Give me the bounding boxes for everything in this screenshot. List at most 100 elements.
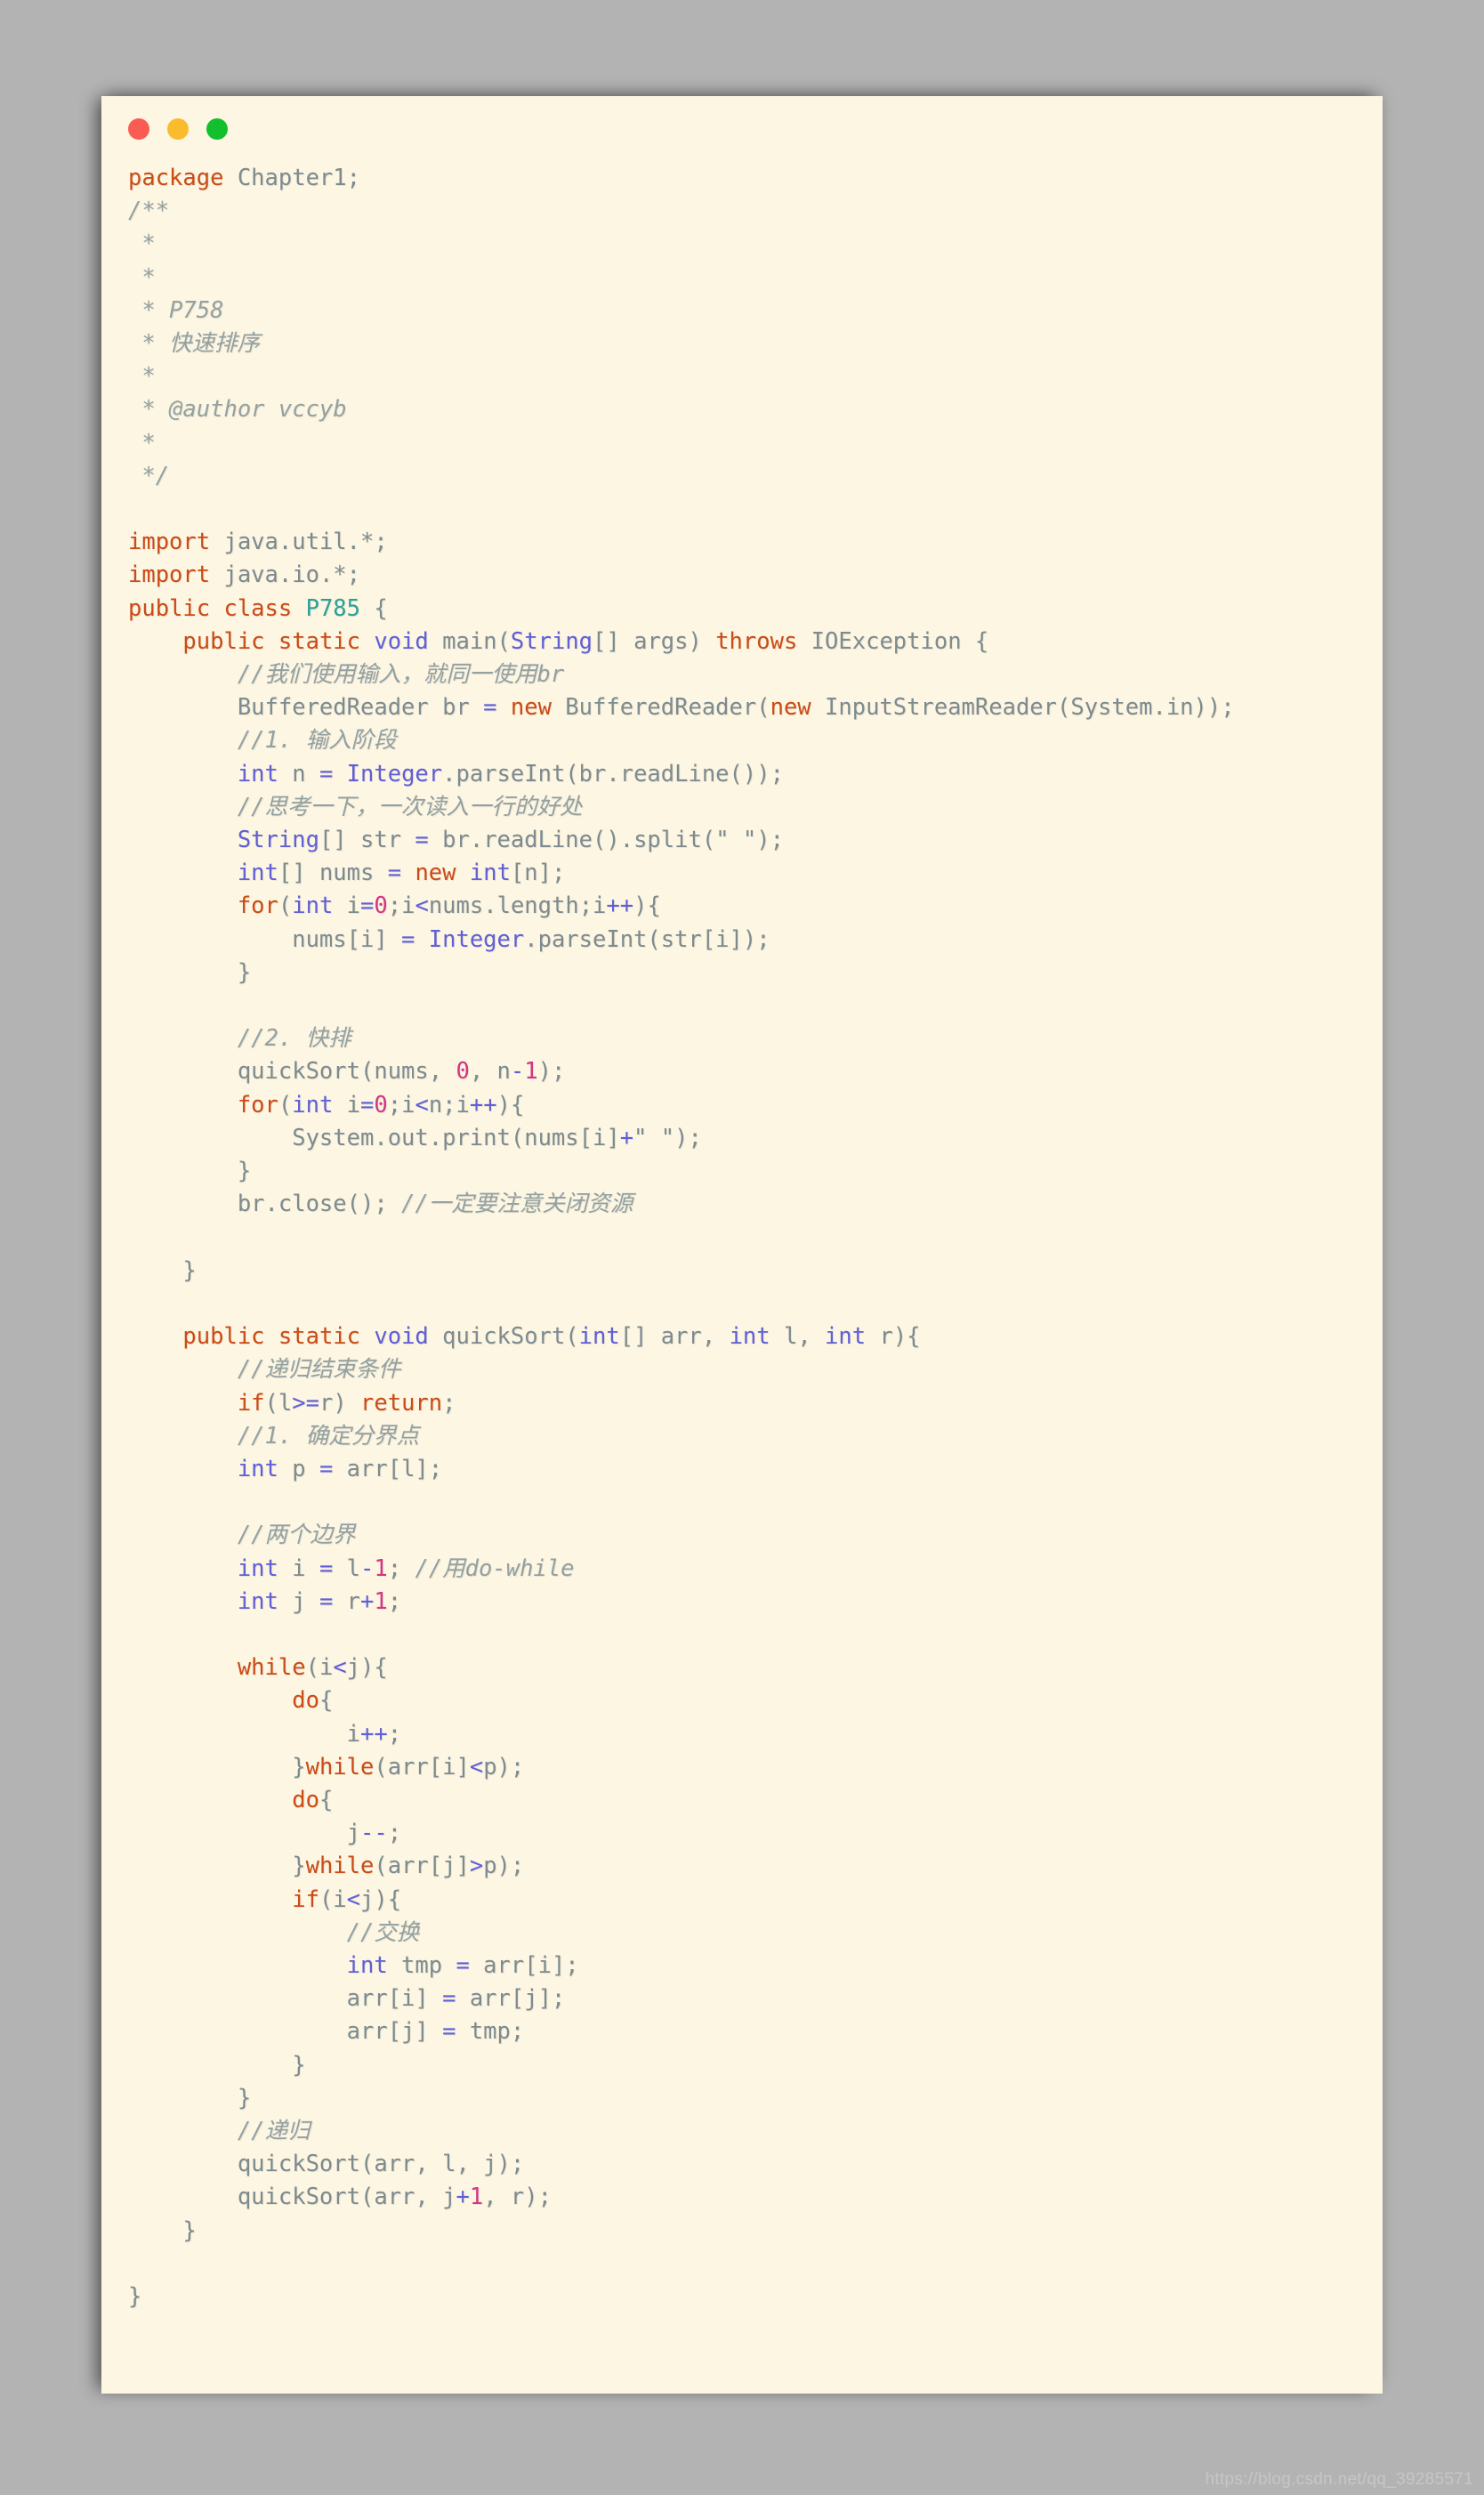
code-token: + [456, 2184, 470, 2211]
minimize-button[interactable] [167, 118, 189, 140]
code-token: = [319, 1455, 334, 1482]
code-token: int [237, 1455, 278, 1482]
code-token: /** [128, 198, 170, 225]
code-token: (l [264, 1389, 293, 1417]
code-line: int j = r+1; [128, 1586, 1383, 1619]
code-token: new [770, 694, 811, 722]
maximize-button[interactable] [206, 118, 228, 140]
code-token: public class [128, 594, 306, 622]
window-titlebar [101, 96, 1383, 162]
code-line: } [128, 1155, 1383, 1188]
code-token: r) [319, 1389, 361, 1417]
code-token: .parseInt(str[i]); [524, 925, 770, 953]
code-token: 1 [374, 1587, 388, 1615]
code-token: do [292, 1687, 319, 1715]
code-token: arr[i] [128, 1985, 443, 2013]
code-token: arr[i]; [469, 1951, 579, 1979]
code-token: * @author vccyb [128, 396, 347, 424]
code-token: ; [442, 1389, 456, 1417]
code-token: < [333, 1654, 347, 1682]
code-token: < [415, 1091, 429, 1118]
code-token: import [128, 561, 211, 589]
code-token: //两个边界 [128, 1522, 356, 1549]
code-token: ( [278, 892, 293, 920]
code-token: arr[j]; [456, 1985, 566, 2013]
code-token: return [360, 1389, 443, 1417]
code-token: tmp; [456, 2018, 525, 2046]
code-token: = [456, 1951, 470, 1979]
code-line: while(i<j){ [128, 1651, 1383, 1684]
code-token: BufferedReader br [128, 694, 484, 722]
code-token: 1 [469, 2184, 484, 2211]
code-token: r){ [866, 1323, 921, 1351]
code-token: = [360, 892, 375, 920]
code-line: quickSort(arr, l, j); [128, 2148, 1383, 2181]
code-token: } [128, 2283, 142, 2310]
close-button[interactable] [128, 118, 149, 140]
code-token: ){ [496, 1091, 525, 1118]
code-token: = [442, 2018, 456, 2046]
code-token: ); [537, 1058, 566, 1086]
code-line: int tmp = arr[i]; [128, 1950, 1383, 1982]
code-token: { [319, 1786, 334, 1813]
code-token: void [374, 1323, 429, 1351]
code-snippet-window: package Chapter1; /** * * * P758 * 快速排序 *… [101, 96, 1383, 2394]
code-token: for [237, 892, 278, 920]
code-line: } [128, 1255, 1383, 1288]
code-token: n [278, 760, 319, 787]
code-token: j [278, 1587, 319, 1615]
code-token: l, [770, 1323, 826, 1351]
code-token: new [415, 860, 456, 887]
code-token: r [333, 1587, 361, 1615]
code-token: ;i [387, 1091, 415, 1118]
code-token: 0 [456, 1058, 470, 1086]
code-token: } [128, 2084, 252, 2111]
code-token: i [128, 1720, 360, 1748]
code-token: = [360, 1091, 375, 1118]
code-line: int p = arr[l]; [128, 1453, 1383, 1486]
code-token: for [237, 1091, 278, 1118]
code-token: + [619, 1124, 634, 1151]
code-line: }while(arr[i]<p); [128, 1751, 1383, 1784]
code-token: [] str [319, 827, 415, 854]
code-token: if [292, 1885, 319, 1913]
code-token: (arr[i] [374, 1753, 470, 1780]
code-token: br.readLine().split( [428, 827, 716, 854]
code-line: * @author vccyb [128, 393, 1383, 426]
code-token: int [469, 860, 511, 887]
code-token: while [305, 1753, 375, 1780]
code-token: import [128, 529, 211, 556]
code-token: br.close(); [128, 1191, 402, 1218]
code-token: public static [182, 1323, 375, 1351]
code-line: //交换 [128, 1917, 1383, 1950]
code-token: ; [387, 1587, 402, 1615]
code-token: nums.length;i [428, 892, 607, 920]
code-token: //思考一下，一次读入一行的好处 [128, 793, 583, 820]
code-token: [] arr, [619, 1323, 730, 1351]
code-line: } [128, 2281, 1383, 2313]
code-token: = [415, 827, 429, 854]
code-token: int [729, 1323, 770, 1351]
code-line: int n = Integer.parseInt(br.readLine()); [128, 758, 1383, 791]
code-token: //我们使用输入，就同一使用br [128, 661, 565, 689]
code-line: public class P785 { [128, 593, 1383, 626]
code-token: " " [633, 1124, 675, 1151]
code-token: //用do-while [415, 1554, 575, 1582]
